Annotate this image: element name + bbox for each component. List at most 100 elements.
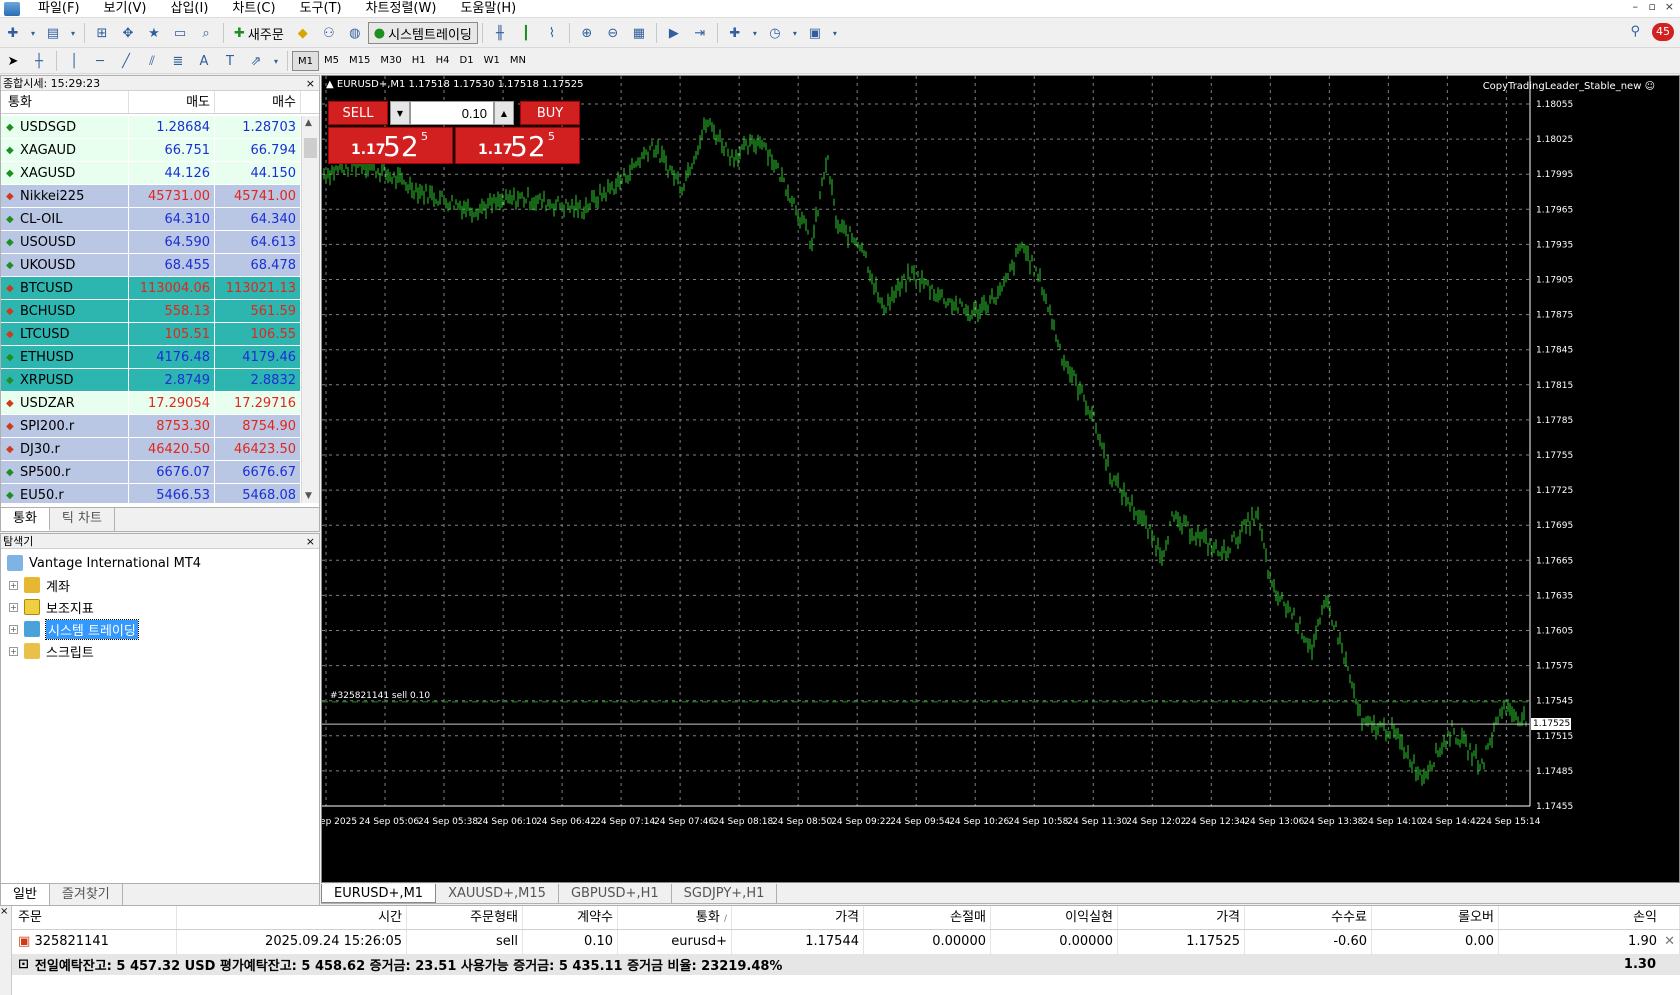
list-item[interactable]: ◆ USDSGD 1.28684 1.28703 [1, 116, 301, 139]
list-item[interactable]: ◆ UKOUSD 68.455 68.478 [1, 254, 301, 277]
sell-price[interactable]: 1.17 52 5 [328, 127, 453, 164]
col-time[interactable]: 시간 [177, 906, 407, 929]
expand-icon[interactable]: + [9, 624, 18, 634]
table-row[interactable]: ▣ 325821141 2025.09.24 15:26:05 sell 0.1… [12, 930, 1680, 954]
timeframe-d1[interactable]: D1 [455, 51, 479, 71]
menu-insert[interactable]: 삽입(I) [159, 0, 221, 18]
market-watch-icon[interactable]: ⊞ [91, 23, 113, 43]
zoom-out-icon[interactable]: ⊖ [602, 23, 624, 43]
sell-button[interactable]: SELL [328, 101, 388, 125]
expert-advisor-label[interactable]: CopyTradingLeader_Stable_new ☺ [1483, 81, 1655, 92]
tab-chart-sgdjpy[interactable]: SGDJPY+,H1 [672, 884, 778, 903]
minimize-icon[interactable]: – [1633, 0, 1639, 13]
col-profit[interactable]: 손익 [1499, 906, 1680, 929]
candlestick-icon[interactable]: ┃ [515, 23, 537, 43]
col-open-price[interactable]: 가격 [732, 906, 864, 929]
list-item[interactable]: ◆ USDZAR 17.29054 17.29716 [1, 392, 301, 415]
timeframe-m1[interactable]: M1 [292, 51, 319, 71]
order-line-label[interactable]: #325821141 sell 0.10 [330, 691, 430, 701]
expand-icon[interactable]: + [9, 646, 18, 656]
col-price[interactable]: 가격 [1118, 906, 1245, 929]
close-icon[interactable]: × [306, 534, 315, 549]
list-item[interactable]: ◆ EU50.r 5466.53 5468.08 [1, 484, 301, 503]
tab-chart-gbpusd[interactable]: GBPUSD+,H1 [559, 884, 672, 903]
tab-common[interactable]: 일반 [1, 884, 50, 907]
data-window-icon[interactable]: ✥ [117, 23, 139, 43]
scroll-up-icon[interactable]: ▲ [305, 118, 312, 128]
market-watch-scrollbar[interactable]: ▲ ▼ [301, 116, 319, 503]
tab-symbols[interactable]: 통화 [1, 508, 50, 531]
restore-icon[interactable]: ▫ [1649, 0, 1656, 13]
close-order-icon[interactable]: ✕ [1664, 930, 1675, 954]
chevron-down-icon[interactable]: ▾ [28, 23, 38, 43]
crosshair-icon[interactable]: ┼ [28, 51, 50, 71]
header-ask[interactable]: 매수 [215, 91, 301, 113]
lot-decrease-icon[interactable]: ▼ [390, 101, 410, 125]
list-item[interactable]: ◆ BCHUSD 558.13 561.59 [1, 300, 301, 323]
col-swap[interactable]: 롤오버 [1372, 906, 1499, 929]
menu-tools[interactable]: 도구(T) [288, 0, 354, 18]
new-order-button[interactable]: ✚ 새주문 [228, 22, 290, 44]
timeframe-w1[interactable]: W1 [479, 51, 505, 71]
nav-root[interactable]: Vantage International MT4 [1, 552, 319, 574]
templates-icon[interactable]: ▣ [804, 23, 826, 43]
timeframe-m5[interactable]: M5 [319, 51, 344, 71]
collapse-icon[interactable]: ▲ [326, 79, 337, 90]
close-icon[interactable]: × [1665, 0, 1674, 13]
profiles-icon[interactable]: ▤ [42, 23, 64, 43]
list-item[interactable]: ◆ BTCUSD 113004.06 113021.13 [1, 277, 301, 300]
notification-badge[interactable]: 45 [1652, 23, 1674, 41]
chart-window[interactable]: 1.18055 1.18025 1.17995 1.17965 1.17935 1.179… [321, 75, 1680, 883]
chevron-down-icon[interactable]: ▾ [830, 23, 840, 43]
chart-shift-icon[interactable]: ⇥ [689, 23, 711, 43]
col-size[interactable]: 계약수 [523, 906, 618, 929]
timeframe-m30[interactable]: M30 [375, 51, 406, 71]
navigator-icon[interactable]: ★ [143, 23, 165, 43]
tab-favorites[interactable]: 즐겨찾기 [50, 884, 123, 907]
strategy-tester-icon[interactable]: ⌕ [195, 23, 217, 43]
market-icon[interactable]: ◍ [344, 23, 366, 43]
list-item[interactable]: ◆ DJ30.r 46420.50 46423.50 [1, 438, 301, 461]
list-item[interactable]: ◆ XRPUSD 2.8749 2.8832 [1, 369, 301, 392]
nav-scripts[interactable]: + 스크립트 [1, 640, 319, 662]
fibonacci-icon[interactable]: ≣ [167, 51, 189, 71]
buy-button[interactable]: BUY [520, 101, 580, 125]
tab-chart-xauusd[interactable]: XAUUSD+,M15 [436, 884, 559, 903]
list-item[interactable]: ◆ XAGUSD 44.126 44.150 [1, 162, 301, 185]
menu-view[interactable]: 보기(V) [92, 0, 159, 18]
bar-chart-icon[interactable]: ╫ [489, 23, 511, 43]
list-item[interactable]: ◆ ETHUSD 4176.48 4179.46 [1, 346, 301, 369]
menu-help[interactable]: 도움말(H) [448, 0, 528, 18]
close-icon[interactable]: × [0, 906, 8, 917]
lot-increase-icon[interactable]: ▲ [494, 101, 514, 125]
nav-indicators[interactable]: + 보조지표 [1, 596, 319, 618]
list-item[interactable]: ◆ Nikkei225 45731.00 45741.00 [1, 185, 301, 208]
nav-expert-advisors[interactable]: + 시스템 트레이딩 [1, 618, 319, 640]
timeframe-h4[interactable]: H4 [431, 51, 455, 71]
metaeditor-icon[interactable]: ◆ [292, 23, 314, 43]
scroll-down-icon[interactable]: ▼ [305, 491, 312, 501]
timeframe-mn[interactable]: MN [505, 51, 531, 71]
text-icon[interactable]: A [193, 51, 215, 71]
terminal-icon[interactable]: ▭ [169, 23, 191, 43]
header-symbol[interactable]: 통화 [1, 91, 129, 113]
timeframe-h1[interactable]: H1 [407, 51, 431, 71]
menu-file[interactable]: 파일(F) [26, 0, 92, 18]
price-chart[interactable]: 1.18055 1.18025 1.17995 1.17965 1.17935 1.179… [322, 76, 1679, 882]
list-item[interactable]: ◆ LTCUSD 105.51 106.55 [1, 323, 301, 346]
buy-price[interactable]: 1.17 52 5 [455, 127, 580, 164]
chevron-down-icon[interactable]: ▾ [271, 51, 281, 71]
menu-window[interactable]: 차트정렬(W) [354, 0, 449, 18]
expand-icon[interactable]: + [9, 602, 18, 612]
list-item[interactable]: ◆ CL-OIL 64.310 64.340 [1, 208, 301, 231]
scroll-thumb[interactable] [304, 138, 317, 158]
tile-windows-icon[interactable]: ▦ [628, 23, 650, 43]
list-item[interactable]: ◆ XAGAUD 66.751 66.794 [1, 139, 301, 162]
timeframe-m15[interactable]: M15 [344, 51, 375, 71]
signals-icon[interactable]: ⚇ [318, 23, 340, 43]
indicators-icon[interactable]: ✚ [724, 23, 746, 43]
nav-accounts[interactable]: + 계좌 [1, 574, 319, 596]
new-chart-icon[interactable]: ✚ [2, 23, 24, 43]
close-icon[interactable]: × [306, 76, 315, 91]
menu-charts[interactable]: 차트(C) [220, 0, 287, 18]
